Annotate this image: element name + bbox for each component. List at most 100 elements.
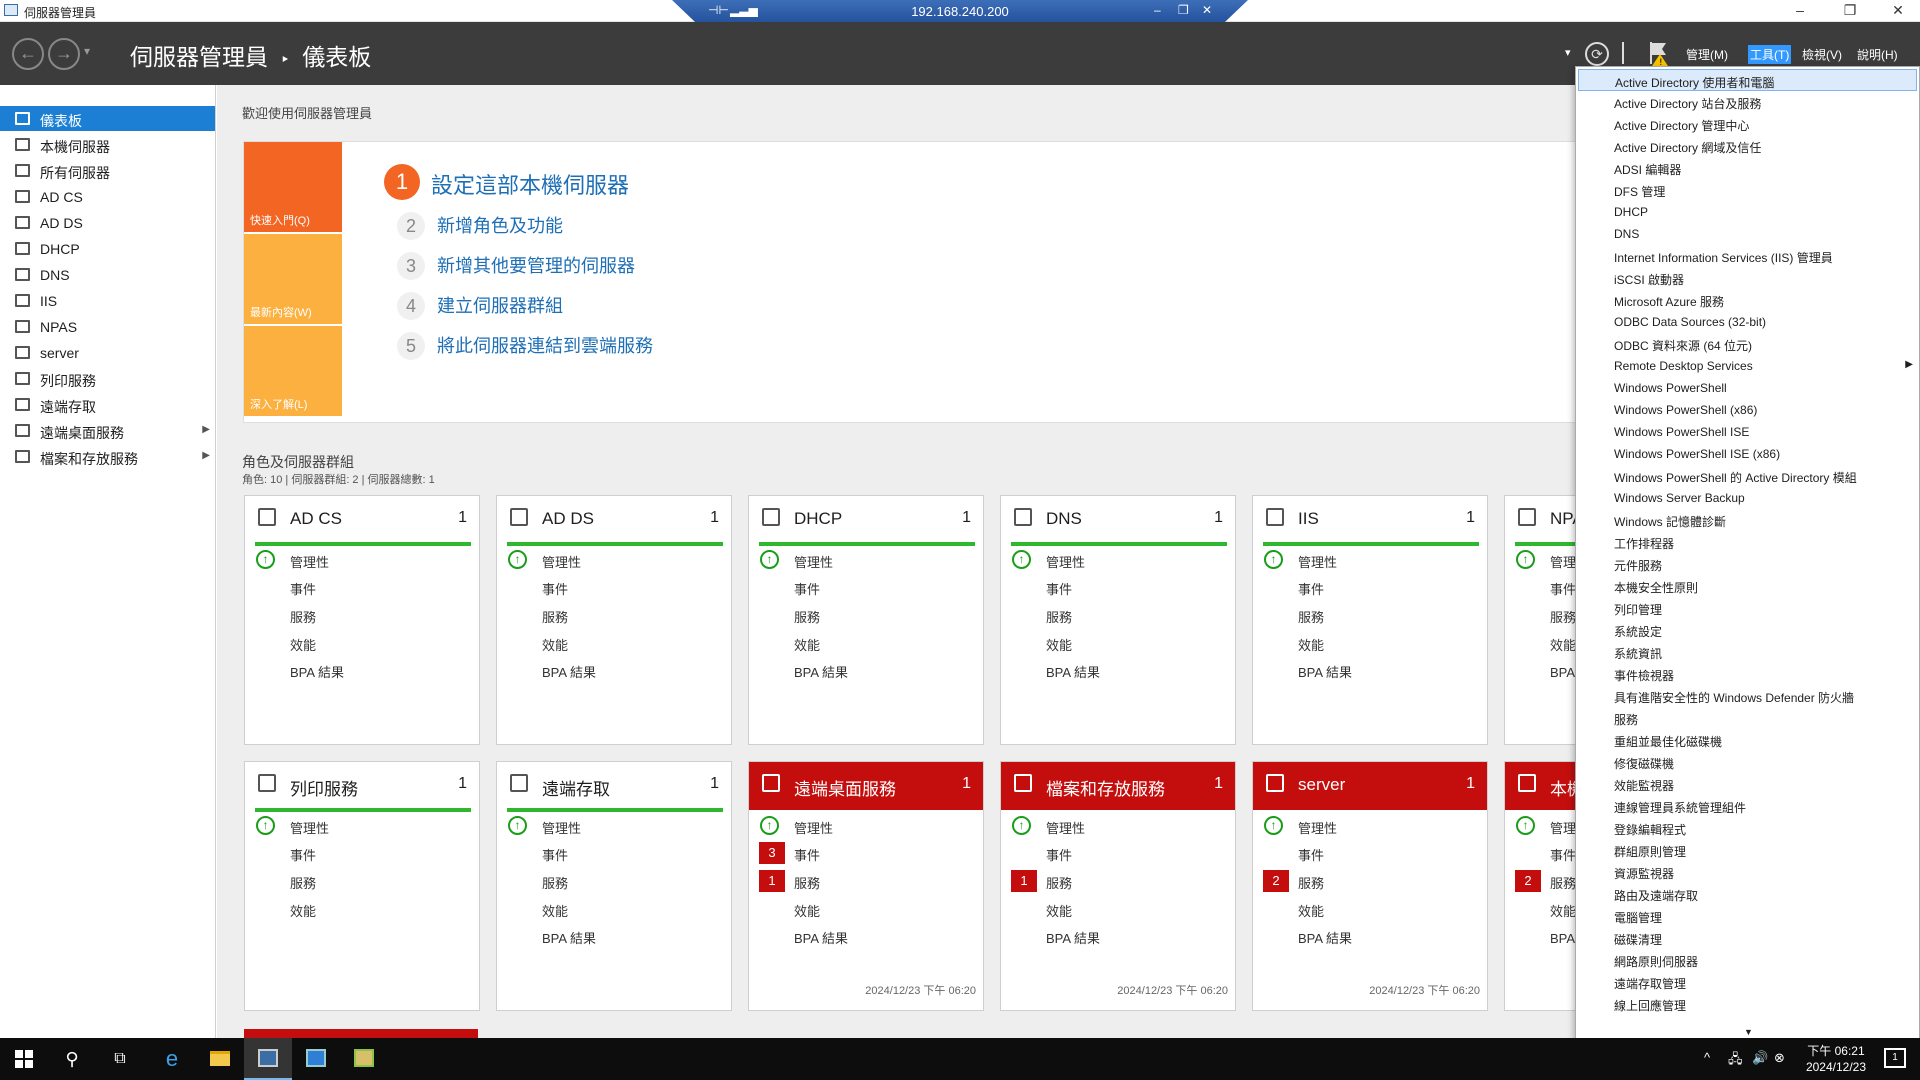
tools-menu-item[interactable]: 工作排程器 [1578,531,1917,553]
tools-menu-item[interactable]: Windows PowerShell [1578,377,1917,399]
card-row-link[interactable]: 管理性 [542,552,581,571]
card-row-link[interactable]: 管理性 [794,818,833,837]
step-add-servers[interactable]: 3 新增其他要管理的伺服器 [397,252,635,280]
tools-menu-item[interactable]: Active Directory 使用者和電腦 [1578,69,1917,91]
rdp-close-button[interactable]: ✕ [1202,3,1212,17]
volume-icon[interactable]: 🔊 [1752,1050,1768,1066]
card-row-link[interactable]: BPA 結果 [1298,928,1352,947]
sidebar-item-adds[interactable]: AD DS [0,210,215,235]
start-button[interactable] [0,1038,48,1080]
card-row-link[interactable]: 服務 [794,873,820,892]
card-row-link[interactable]: 管理性 [794,552,833,571]
expand-arrow-icon[interactable]: ▶ [202,424,210,435]
tools-menu-item[interactable]: 線上回應管理 [1578,993,1917,1015]
tools-menu-item[interactable]: Internet Information Services (IIS) 管理員 [1578,245,1917,267]
tools-menu-item[interactable]: 群組原則管理 [1578,839,1917,861]
tools-menu-item[interactable]: DFS 管理 [1578,179,1917,201]
card-row-link[interactable]: BPA 結果 [1298,662,1352,681]
tools-menu-item[interactable]: Active Directory 站台及服務 [1578,91,1917,113]
card-header[interactable]: AD DS 1 [497,496,731,544]
sidebar-item-all-servers[interactable]: 所有伺服器 [0,158,215,183]
task-view-icon[interactable]: ⧉ [96,1038,144,1080]
sidebar-item-print-services[interactable]: 列印服務 [0,366,215,391]
tools-menu-item[interactable]: 網路原則伺服器 [1578,949,1917,971]
card-row-link[interactable]: 服務 [1046,607,1072,626]
card-header[interactable]: DNS 1 [1001,496,1235,544]
card-row-link[interactable]: 事件 [542,579,568,598]
clock[interactable]: 下午 06:21 2024/12/23 [1806,1043,1866,1075]
menu-view[interactable]: 檢視(V) [1802,46,1842,63]
card-row-link[interactable]: BPA 結果 [542,662,596,681]
tools-menu-item[interactable]: 效能監視器 [1578,773,1917,795]
step-create-group[interactable]: 4 建立伺服器群組 [397,292,563,320]
tools-menu-item[interactable]: 具有進階安全性的 Windows Defender 防火牆 [1578,685,1917,707]
network-icon[interactable]: 🖧 [1728,1050,1743,1072]
role-card[interactable]: DHCP 1 ↑ 管理性 事件 服務 效能 BPA 結果 [748,495,984,745]
card-header[interactable]: server 1 [1253,762,1487,810]
role-card[interactable]: server 1 ↑ 管理性 事件 2 服務 效能 BPA 結果 2024/12/23 下午 06… [1252,761,1488,1011]
tools-menu-item[interactable]: 電腦管理 [1578,905,1917,927]
step-add-roles[interactable]: 2 新增角色及功能 [397,212,563,240]
internet-explorer-icon[interactable]: e [148,1038,196,1080]
tools-menu-item[interactable]: 重組並最佳化磁碟機 [1578,729,1917,751]
tools-menu-item[interactable]: 系統設定 [1578,619,1917,641]
card-row-link[interactable]: 管理性 [1298,818,1337,837]
card-row-link[interactable]: 效能 [290,901,316,920]
card-header[interactable]: 檔案和存放服務 1 [1001,762,1235,810]
breadcrumb-app[interactable]: 伺服器管理員 [130,44,268,70]
card-row-link[interactable]: 服務 [542,873,568,892]
card-row-link[interactable]: 服務 [1550,607,1576,626]
card-header[interactable]: AD CS 1 [245,496,479,544]
role-card[interactable]: 遠端存取 1 ↑ 管理性 事件 服務 效能 BPA 結果 [496,761,732,1011]
tools-menu-item[interactable]: 修復磁碟機 [1578,751,1917,773]
tools-menu-item[interactable]: 登錄編輯程式 [1578,817,1917,839]
forward-button[interactable]: → [48,38,80,70]
card-row-link[interactable]: 事件 [1046,579,1072,598]
role-card[interactable]: 檔案和存放服務 1 ↑ 管理性 事件 1 服務 效能 BPA 結果 2024/12/23 下午 0… [1000,761,1236,1011]
card-row-link[interactable]: 服務 [1046,873,1072,892]
tools-menu-item[interactable]: 路由及遠端存取 [1578,883,1917,905]
powershell-taskbar-icon[interactable] [340,1038,388,1080]
card-row-link[interactable]: 管理性 [290,818,329,837]
action-center-icon[interactable]: 1 [1884,1048,1906,1068]
menu-manage[interactable]: 管理(M) [1686,46,1728,63]
role-card[interactable]: AD CS 1 ↑ 管理性 事件 服務 效能 BPA 結果 [244,495,480,745]
card-row-link[interactable]: 效能 [1550,635,1576,654]
card-row-link[interactable]: 事件 [1298,579,1324,598]
tile-whats-new[interactable]: 最新內容(W) [244,234,342,324]
role-card[interactable]: IIS 1 ↑ 管理性 事件 服務 效能 BPA 結果 [1252,495,1488,745]
tile-quick-start[interactable]: 快速入門(Q) [244,142,342,232]
sidebar-item-dns[interactable]: DNS [0,262,215,287]
input-indicator-icon[interactable]: ⊗ [1774,1050,1785,1066]
card-row-link[interactable]: 效能 [542,901,568,920]
card-row-link[interactable]: 效能 [1046,901,1072,920]
server-manager-taskbar-icon[interactable] [244,1038,292,1080]
sidebar-item-server[interactable]: server [0,340,215,365]
tools-menu-item[interactable]: Windows 記憶體診斷 [1578,509,1917,531]
card-row-link[interactable]: 效能 [794,901,820,920]
card-row-link[interactable]: 管理性 [290,552,329,571]
card-row-link[interactable]: 服務 [290,607,316,626]
rdp-restore-button[interactable]: ❐ [1178,3,1189,17]
tile-learn-more[interactable]: 深入了解(L) [244,326,342,416]
card-header[interactable]: DHCP 1 [749,496,983,544]
card-header[interactable]: 列印服務 1 [245,762,479,810]
card-row-link[interactable]: 事件 [794,579,820,598]
tools-menu-item[interactable]: Windows PowerShell 的 Active Directory 模組 [1578,465,1917,487]
card-row-link[interactable]: 事件 [1550,845,1576,864]
card-row-link[interactable]: 效能 [1550,901,1576,920]
notifications-flag-icon[interactable]: ! [1648,40,1672,66]
search-icon[interactable]: ⚲ [48,1038,96,1080]
back-button[interactable]: ← [12,38,44,70]
card-row-link[interactable]: 事件 [290,845,316,864]
tools-menu-item[interactable]: 本機安全性原則 [1578,575,1917,597]
card-row-link[interactable]: 事件 [1046,845,1072,864]
sidebar-item-dhcp[interactable]: DHCP [0,236,215,261]
card-row-link[interactable]: 服務 [542,607,568,626]
tools-menu-item[interactable]: Microsoft Azure 服務 [1578,289,1917,311]
tools-menu-item[interactable]: ADSI 編輯器 [1578,157,1917,179]
card-row-link[interactable]: 管理性 [1046,818,1085,837]
tools-menu-item[interactable]: DHCP [1578,201,1917,223]
card-row-link[interactable]: 服務 [1298,607,1324,626]
tools-menu-item[interactable]: Windows PowerShell ISE (x86) [1578,443,1917,465]
